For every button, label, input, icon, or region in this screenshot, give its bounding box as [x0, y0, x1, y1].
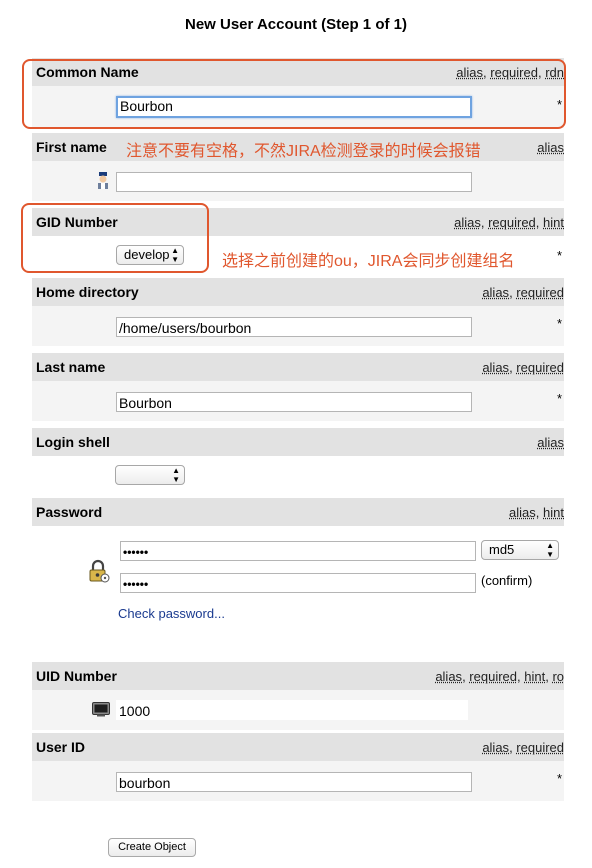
last-name-header: Last name alias, required [32, 353, 564, 381]
password-header: Password alias, hint [32, 498, 564, 526]
last-name-input[interactable]: Bourbon [116, 392, 472, 412]
first-name-attrs: alias [537, 140, 564, 155]
user-id-header: User ID alias, required [32, 733, 564, 761]
home-directory-label: Home directory [36, 284, 139, 300]
user-id-label: User ID [36, 739, 86, 755]
last-name-label: Last name [36, 359, 106, 375]
required-link[interactable]: required [516, 285, 564, 300]
required-link[interactable]: required [488, 215, 536, 230]
gid-number-attrs: alias, required, hint [454, 215, 564, 230]
hash-type-select[interactable]: md5 ▲ ▼ [481, 540, 559, 560]
required-mark: * [556, 248, 562, 263]
first-name-label: First name [36, 139, 107, 155]
home-directory-input[interactable]: /home/users/bourbon [116, 317, 472, 337]
first-name-input[interactable] [116, 172, 472, 192]
uid-number-row: 1000 [32, 690, 564, 730]
home-directory-row: /home/users/bourbon * [32, 306, 564, 346]
alias-link[interactable]: alias [509, 505, 536, 520]
home-directory-attrs: alias, required [482, 285, 564, 300]
hint-link[interactable]: hint [524, 669, 545, 684]
alias-link[interactable]: alias [435, 669, 462, 684]
home-directory-header: Home directory alias, required [32, 278, 564, 306]
updown-arrows-icon: ▲ ▼ [546, 541, 554, 559]
hash-type-value: md5 [489, 542, 515, 557]
required-mark: * [556, 771, 562, 786]
first-name-row [32, 161, 564, 201]
required-link[interactable]: required [516, 740, 564, 755]
uid-number-label: UID Number [36, 668, 117, 684]
uid-number-value: 1000 [116, 700, 468, 720]
first-name-annotation: 注意不要有空格，不然JIRA检测登录的时候会报错 [126, 143, 481, 160]
highlight-box-common-name [22, 59, 566, 129]
alias-link[interactable]: alias [482, 360, 509, 375]
required-mark: * [556, 391, 562, 406]
login-shell-attrs: alias [537, 435, 564, 450]
highlight-box-gid [21, 203, 209, 273]
hint-link[interactable]: hint [543, 215, 564, 230]
uid-number-attrs: alias, required, hint, ro [435, 669, 564, 684]
user-icon [96, 172, 110, 194]
required-link[interactable]: required [516, 360, 564, 375]
alias-link[interactable]: alias [454, 215, 481, 230]
last-name-row: Bourbon * [32, 381, 564, 421]
required-mark: * [556, 316, 562, 331]
password-confirm-input[interactable]: •••••• [120, 573, 476, 593]
confirm-label: (confirm) [481, 573, 533, 588]
last-name-attrs: alias, required [482, 360, 564, 375]
hint-link[interactable]: hint [543, 505, 564, 520]
login-shell-row: ▲ ▼ [32, 456, 564, 494]
password-attrs: alias, hint [509, 505, 564, 520]
updown-arrows-icon: ▲ ▼ [172, 466, 180, 484]
terminal-icon [92, 702, 110, 722]
alias-link[interactable]: alias [537, 435, 564, 450]
login-shell-select[interactable]: ▲ ▼ [115, 465, 185, 485]
create-object-button[interactable]: Create Object [108, 838, 196, 857]
lock-icon [88, 559, 110, 588]
alias-link[interactable]: alias [482, 285, 509, 300]
user-id-row: bourbon * [32, 761, 564, 801]
login-shell-header: Login shell alias [32, 428, 564, 456]
alias-link[interactable]: alias [482, 740, 509, 755]
uid-number-header: UID Number alias, required, hint, ro [32, 662, 564, 690]
password-input[interactable]: •••••• [120, 541, 476, 561]
alias-link[interactable]: alias [537, 140, 564, 155]
required-link[interactable]: required [469, 669, 517, 684]
page-title: New User Account (Step 1 of 1) [185, 16, 407, 33]
password-row: •••••• md5 ▲ ▼ •••••• (confirm) Check pas… [32, 526, 564, 638]
login-shell-label: Login shell [36, 434, 110, 450]
readonly-link[interactable]: ro [552, 669, 564, 684]
password-label: Password [36, 504, 103, 520]
user-id-input[interactable]: bourbon [116, 772, 472, 792]
check-password-link[interactable]: Check password... [118, 606, 225, 621]
gid-annotation: 选择之前创建的ou，JIRA会同步创建组名 [222, 253, 515, 270]
user-id-attrs: alias, required [482, 740, 564, 755]
